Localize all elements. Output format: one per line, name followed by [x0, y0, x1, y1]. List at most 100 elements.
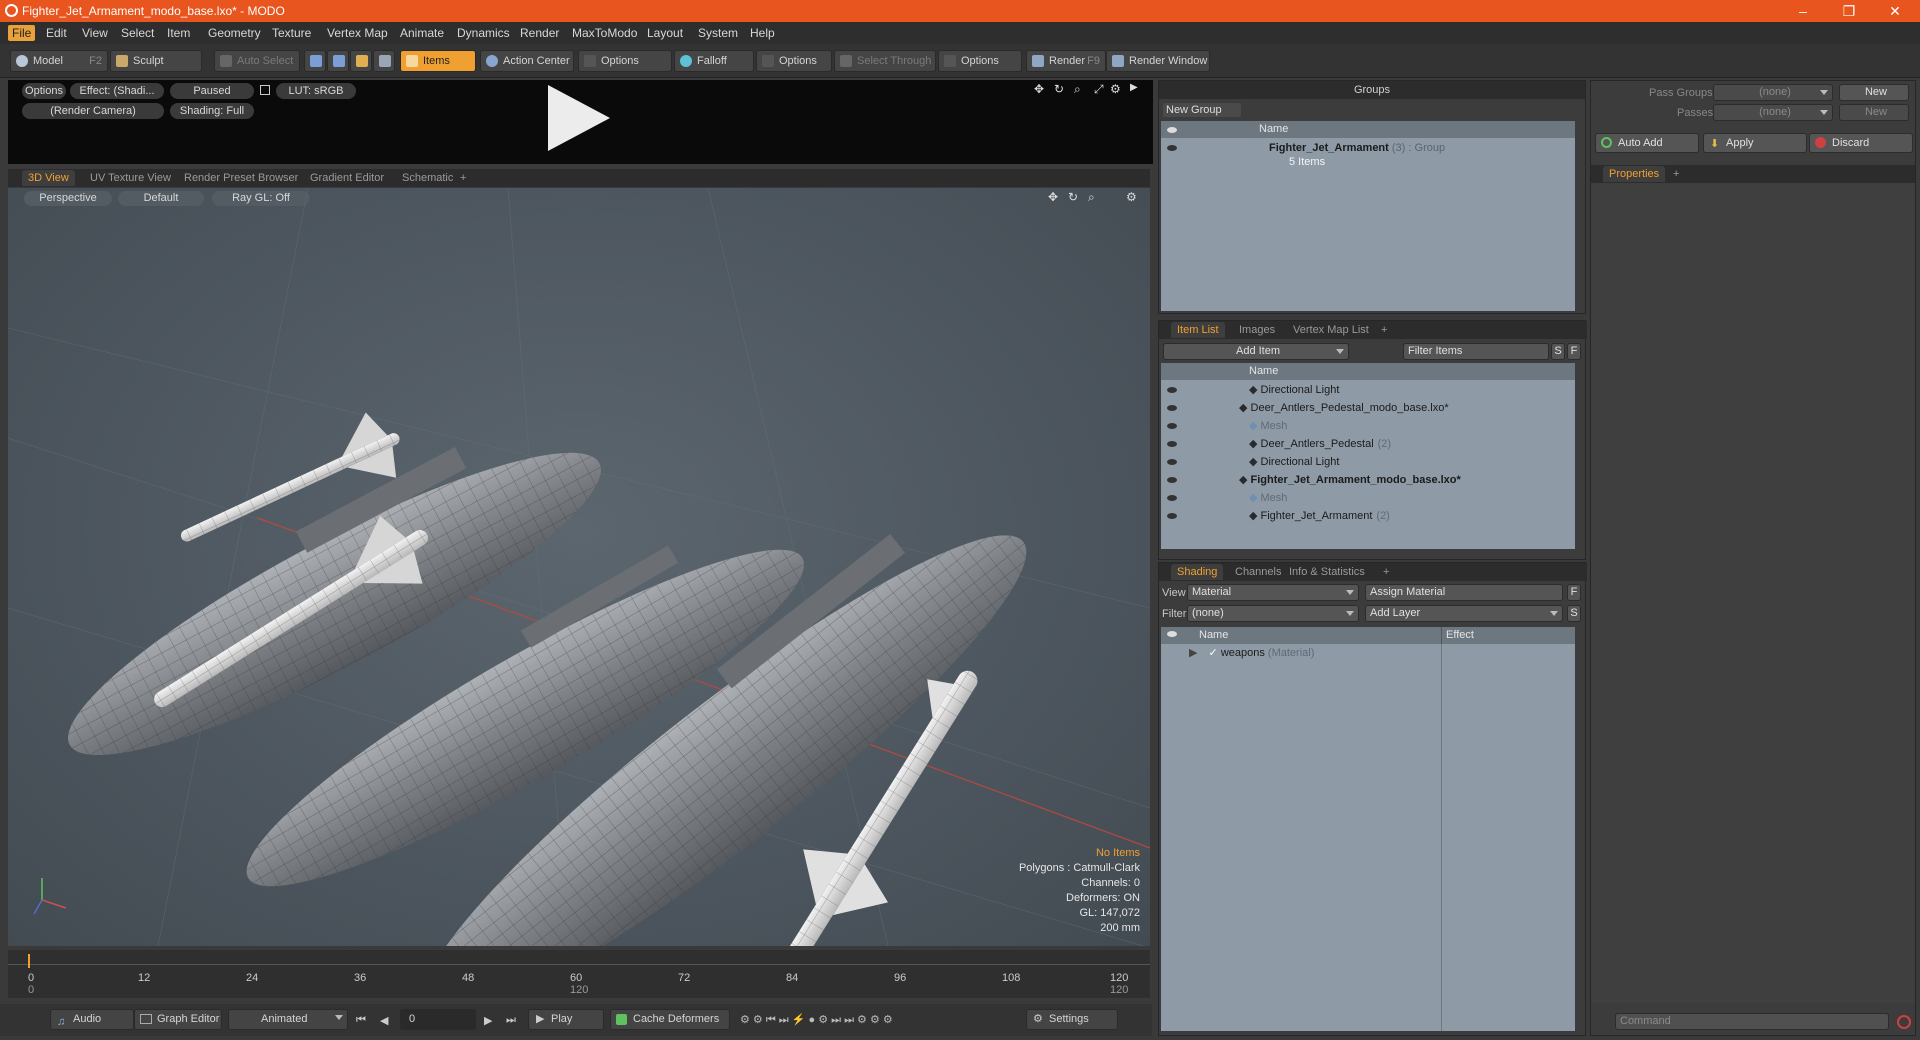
new-group-button[interactable]: New Group: [1163, 103, 1241, 117]
sculpt-mode-button[interactable]: Sculpt: [110, 50, 202, 72]
render-button[interactable]: Render F9: [1026, 50, 1106, 72]
menu-layout[interactable]: Layout: [643, 25, 687, 41]
arrow-right-icon[interactable]: ▶: [1130, 82, 1138, 93]
filter-items-input[interactable]: Filter Items: [1403, 343, 1549, 360]
add-layer-dropdown[interactable]: Add Layer: [1365, 605, 1563, 622]
eye-icon[interactable]: [1167, 423, 1177, 429]
effect-dropdown[interactable]: Effect: (Shadi...: [70, 83, 164, 99]
lock-icon[interactable]: [260, 85, 270, 95]
zoom-view-icon[interactable]: ⌕: [1074, 82, 1081, 97]
tab-images[interactable]: Images: [1233, 322, 1281, 338]
3d-viewport[interactable]: Perspective Default Ray GL: Off ✥ ↻ ⌕ ⚙: [8, 188, 1150, 946]
audio-button[interactable]: ♫ Audio: [50, 1009, 134, 1030]
menu-geometry[interactable]: Geometry: [204, 25, 265, 41]
tab-gradient-editor[interactable]: Gradient Editor: [304, 170, 390, 186]
graph-editor-button[interactable]: Graph Editor: [134, 1009, 222, 1030]
command-input[interactable]: Command: [1615, 1013, 1889, 1030]
tab-properties[interactable]: Properties: [1603, 166, 1666, 182]
tab-vertex-map-list[interactable]: Vertex Map List: [1287, 322, 1375, 338]
add-tab-button[interactable]: +: [1377, 564, 1395, 580]
previous-frame-icon[interactable]: ◀: [380, 1014, 388, 1027]
gear-icon[interactable]: ⚙: [1110, 82, 1121, 96]
falloff-options-button[interactable]: Options: [756, 50, 832, 72]
add-tab-button[interactable]: +: [454, 170, 472, 186]
menu-animate[interactable]: Animate: [396, 25, 448, 41]
vertices-mode-button[interactable]: [304, 50, 326, 72]
eye-icon[interactable]: [1167, 441, 1177, 447]
items-mode-button[interactable]: Items: [400, 50, 476, 72]
filter-s-button[interactable]: S: [1551, 343, 1565, 360]
render-window-button[interactable]: Render Window: [1106, 50, 1210, 72]
move-view-icon[interactable]: ✥: [1034, 82, 1044, 96]
view-dropdown[interactable]: Material: [1187, 584, 1359, 601]
falloff-button[interactable]: Falloff: [674, 50, 754, 72]
select-options-button[interactable]: Options: [938, 50, 1022, 72]
item-list-row[interactable]: ◆ Mesh: [1249, 417, 1291, 435]
action-center-options-button[interactable]: Options: [578, 50, 672, 72]
item-list-row[interactable]: ◆ Fighter_Jet_Armament (2): [1249, 507, 1390, 525]
preview-options-button[interactable]: Options: [22, 83, 66, 99]
tab-3d-view[interactable]: 3D View: [22, 170, 75, 186]
shading-dropdown[interactable]: Shading: Full: [170, 103, 254, 119]
assign-material-button[interactable]: Assign Material: [1365, 584, 1563, 601]
minimize-button[interactable]: –: [1780, 0, 1826, 22]
menu-render[interactable]: Render: [516, 25, 563, 41]
shading-s-button[interactable]: S: [1567, 605, 1581, 622]
settings-button[interactable]: ⚙ Settings: [1026, 1009, 1118, 1030]
edges-mode-button[interactable]: [327, 50, 349, 72]
tab-channels[interactable]: Channels: [1229, 564, 1287, 580]
go-to-start-icon[interactable]: ⏮: [356, 1014, 366, 1027]
key-tools-icons[interactable]: ⚙ ⚙ ⏮ ⏭ ⚡ ● ⚙ ⏭ ⏭ ⚙ ⚙ ⚙: [740, 1013, 893, 1027]
paused-toggle[interactable]: Paused: [170, 83, 254, 99]
menu-texture[interactable]: Texture: [268, 25, 315, 41]
menu-dynamics[interactable]: Dynamics: [453, 25, 514, 41]
tab-uv-texture-view[interactable]: UV Texture View: [84, 170, 177, 186]
menu-help[interactable]: Help: [746, 25, 779, 41]
menu-view[interactable]: View: [78, 25, 112, 41]
lut-dropdown[interactable]: LUT: sRGB: [276, 83, 356, 99]
item-list-row[interactable]: ◆ Directional Light: [1249, 453, 1343, 471]
auto-select-button[interactable]: Auto Select: [214, 50, 300, 72]
select-through-button[interactable]: Select Through: [834, 50, 936, 72]
eye-icon[interactable]: [1167, 145, 1177, 151]
item-list-row[interactable]: ◆ Fighter_Jet_Armament_modo_base.lxo*: [1239, 471, 1465, 489]
polygons-mode-button[interactable]: [350, 50, 372, 72]
tab-render-preset-browser[interactable]: Render Preset Browser: [178, 170, 304, 186]
new-pass-group-button[interactable]: New: [1839, 84, 1909, 101]
play-button[interactable]: ▶ Play: [528, 1009, 604, 1030]
timeline[interactable]: 0 12 24 36 48 60 72 84 96 108 120 0 120 …: [8, 950, 1150, 998]
add-tab-button[interactable]: +: [1375, 322, 1393, 338]
auto-add-button[interactable]: Auto Add: [1595, 133, 1699, 153]
tab-shading[interactable]: Shading: [1171, 564, 1224, 580]
cache-deformers-button[interactable]: Cache Deformers: [610, 1009, 730, 1030]
menu-maxtomodo[interactable]: MaxToModo: [568, 25, 641, 41]
frame-input[interactable]: 0: [400, 1009, 476, 1030]
new-pass-button[interactable]: New: [1839, 104, 1909, 121]
rotate-view-icon[interactable]: ↻: [1054, 82, 1064, 96]
item-list-row[interactable]: ◆ Directional Light: [1249, 381, 1343, 399]
item-list-row[interactable]: ◆ Deer_Antlers_Pedestal_modo_base.lxo*: [1239, 399, 1453, 417]
materials-mode-button[interactable]: [373, 50, 395, 72]
shader-row-weapons[interactable]: ▶ ✓ weapons (Material): [1189, 644, 1314, 662]
add-tab-button[interactable]: +: [1667, 166, 1685, 182]
shading-f-button[interactable]: F: [1567, 584, 1581, 601]
menu-file[interactable]: File: [8, 25, 36, 41]
restore-button[interactable]: ❐: [1826, 0, 1872, 22]
camera-dropdown[interactable]: (Render Camera): [22, 103, 164, 119]
eye-icon[interactable]: [1167, 631, 1177, 637]
eye-icon[interactable]: [1167, 477, 1177, 483]
action-center-button[interactable]: Action Center: [480, 50, 574, 72]
eye-icon[interactable]: [1167, 405, 1177, 411]
expand-arrow-icon[interactable]: ▶: [1189, 647, 1197, 659]
close-button[interactable]: ✕: [1872, 0, 1918, 22]
eye-icon[interactable]: [1167, 495, 1177, 501]
eye-icon[interactable]: [1167, 459, 1177, 465]
maximize-view-icon[interactable]: ⤢: [1094, 82, 1104, 97]
menu-select[interactable]: Select: [117, 25, 158, 41]
add-item-dropdown[interactable]: Add Item: [1163, 343, 1349, 360]
go-to-end-icon[interactable]: ⏭: [506, 1014, 516, 1027]
animated-dropdown[interactable]: Animated: [228, 1009, 348, 1030]
passes-dropdown[interactable]: (none): [1713, 104, 1833, 121]
filter-dropdown[interactable]: (none): [1187, 605, 1359, 622]
tab-item-list[interactable]: Item List: [1171, 322, 1225, 338]
